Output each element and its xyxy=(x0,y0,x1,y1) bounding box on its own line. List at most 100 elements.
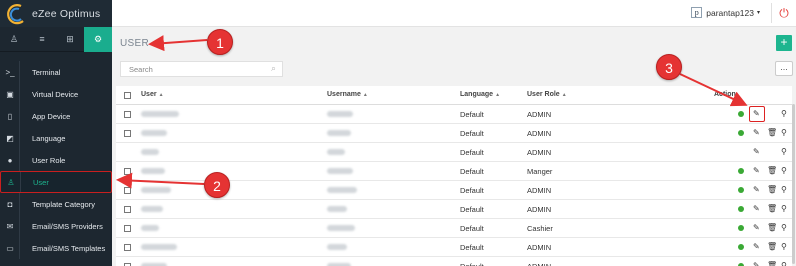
link-icon[interactable]: ⚲ xyxy=(781,242,787,251)
sidebar-item-terminal[interactable]: >_ Terminal xyxy=(0,61,112,83)
user-cell-redacted xyxy=(141,129,167,138)
power-button[interactable]: ⏻ xyxy=(776,5,792,21)
sidebar-item-label: App Device xyxy=(32,111,71,121)
row-checkbox[interactable] xyxy=(124,168,131,175)
power-icon: ⏻ xyxy=(779,6,789,20)
row-checkbox[interactable] xyxy=(124,111,131,118)
sidebar-item-email-sms-providers[interactable]: ✉ Email/SMS Providers xyxy=(0,215,112,237)
user-role-cell: ADMIN xyxy=(527,148,552,157)
active-status-icon xyxy=(738,225,744,231)
sidebar-item-label: Template Category xyxy=(32,199,95,209)
delete-icon[interactable]: 🗑 xyxy=(767,185,777,194)
delete-icon[interactable]: 🗑 xyxy=(767,242,777,251)
sidebar-item-app-device[interactable]: ▯ App Device xyxy=(0,105,112,127)
username-cell-redacted xyxy=(327,205,347,214)
brand[interactable]: eZee Optimus xyxy=(0,0,112,27)
tab-cart[interactable]: ⊞ xyxy=(56,27,84,52)
table-row[interactable]: Default ADMIN ✎ 🗑 ⚲ xyxy=(116,124,792,143)
edit-highlight xyxy=(749,106,765,122)
language-cell: Default xyxy=(460,129,484,138)
table-row[interactable]: Default ADMIN ✎ 🗑 ⚲ xyxy=(116,257,792,266)
sidebar-item-virtual-device[interactable]: ▣ Virtual Device xyxy=(0,83,112,105)
sidebar-item-email-sms-templates[interactable]: ▭ Email/SMS Templates xyxy=(0,237,112,259)
sidebar-item-user[interactable]: ♙ User xyxy=(0,171,112,193)
edit-icon[interactable]: ✎ xyxy=(753,242,760,251)
link-icon[interactable]: ⚲ xyxy=(781,261,787,266)
edit-icon[interactable]: ✎ xyxy=(753,204,760,213)
tab-settings[interactable]: ⚙ xyxy=(84,27,112,52)
divider xyxy=(771,3,772,23)
row-checkbox[interactable] xyxy=(124,244,131,251)
user-cell-redacted xyxy=(141,110,179,119)
link-icon[interactable]: ⚲ xyxy=(781,185,787,194)
edit-icon[interactable]: ✎ xyxy=(753,185,760,194)
column-header-user-role[interactable]: User Role ▲ xyxy=(527,91,567,98)
tab-list[interactable]: ≡ xyxy=(28,27,56,52)
active-status-icon xyxy=(738,168,744,174)
delete-icon[interactable]: 🗑 xyxy=(767,204,777,213)
scrollbar[interactable] xyxy=(792,104,795,264)
row-checkbox[interactable] xyxy=(124,225,131,232)
column-header-username[interactable]: Username ▲ xyxy=(327,91,368,98)
delete-icon[interactable]: 🗑 xyxy=(767,128,777,137)
callout-badge-1: 1 xyxy=(207,29,233,55)
user-role-cell: ADMIN xyxy=(527,205,552,214)
column-header-user[interactable]: User ▲ xyxy=(141,91,164,98)
table-row[interactable]: Default ADMIN ✎ ⚲ xyxy=(116,105,792,124)
language-cell: Default xyxy=(460,110,484,119)
table-row[interactable]: Default ADMIN ✎ 🗑 ⚲ xyxy=(116,200,792,219)
delete-icon[interactable]: 🗑 xyxy=(767,166,777,175)
tab-user[interactable]: ♙ xyxy=(0,27,28,52)
link-icon[interactable]: ⚲ xyxy=(781,128,787,137)
active-status-icon xyxy=(738,206,744,212)
search-input[interactable] xyxy=(121,62,261,76)
username-cell-redacted xyxy=(327,167,353,176)
table-row[interactable]: Default ADMIN ✎ 🗑 ⚲ xyxy=(116,238,792,257)
cart-icon: ⊞ xyxy=(66,34,74,44)
edit-icon[interactable]: ✎ xyxy=(753,223,760,232)
sidebar-item-language[interactable]: ◩ Language xyxy=(0,127,112,149)
add-user-button[interactable]: + xyxy=(776,35,792,51)
row-checkbox[interactable] xyxy=(124,187,131,194)
delete-icon[interactable]: 🗑 xyxy=(767,261,777,266)
column-header-language[interactable]: Language ▲ xyxy=(460,91,500,98)
link-icon[interactable]: ⚲ xyxy=(781,204,787,213)
table-row[interactable]: Default Cashier ✎ 🗑 ⚲ xyxy=(116,219,792,238)
row-checkbox[interactable] xyxy=(124,130,131,137)
link-icon[interactable]: ⚲ xyxy=(781,223,787,232)
username-cell-redacted xyxy=(327,148,345,157)
edit-icon[interactable]: ✎ xyxy=(753,147,760,156)
top-bar: eZee Optimus p parantap123 ▾ ⏻ xyxy=(0,0,796,27)
search-icon[interactable]: ⌕ xyxy=(271,63,276,74)
sidebar-item-label: Terminal xyxy=(32,67,61,77)
logo-icon xyxy=(7,3,24,24)
edit-icon[interactable]: ✎ xyxy=(753,261,760,266)
user-menu[interactable]: p parantap123 ▾ xyxy=(691,7,760,18)
app-name: eZee Optimus xyxy=(32,7,101,20)
sidebar-item-label: User xyxy=(33,177,49,187)
username-cell-redacted xyxy=(327,129,351,138)
more-options-button[interactable]: ... xyxy=(775,61,793,76)
table-row[interactable]: Default ADMIN ✎ ⚲ xyxy=(116,143,792,162)
username-label: parantap123 xyxy=(706,7,754,18)
link-icon[interactable]: ⚲ xyxy=(781,109,787,118)
sidebar-item-template-category[interactable]: ◘ Template Category xyxy=(0,193,112,215)
callout-badge-2: 2 xyxy=(204,172,230,198)
sidebar-item-user-role[interactable]: ● User Role xyxy=(0,149,112,171)
link-icon[interactable]: ⚲ xyxy=(781,166,787,175)
select-all-checkbox[interactable] xyxy=(124,92,131,99)
user-role-cell: Manger xyxy=(527,167,553,176)
active-status-icon xyxy=(738,187,744,193)
username-cell-redacted xyxy=(327,243,347,252)
user-icon: ♙ xyxy=(9,34,19,44)
sidebar-item-label: Email/SMS Providers xyxy=(32,221,103,231)
edit-icon[interactable]: ✎ xyxy=(753,128,760,137)
link-icon[interactable]: ⚲ xyxy=(781,147,787,156)
sidebar-item-label: Email/SMS Templates xyxy=(32,243,106,253)
edit-icon[interactable]: ✎ xyxy=(753,166,760,175)
user-avatar: p xyxy=(691,7,703,18)
row-checkbox[interactable] xyxy=(124,206,131,213)
delete-icon[interactable]: 🗑 xyxy=(767,223,777,232)
list-icon: ≡ xyxy=(39,34,45,44)
language-cell: Default xyxy=(460,224,484,233)
